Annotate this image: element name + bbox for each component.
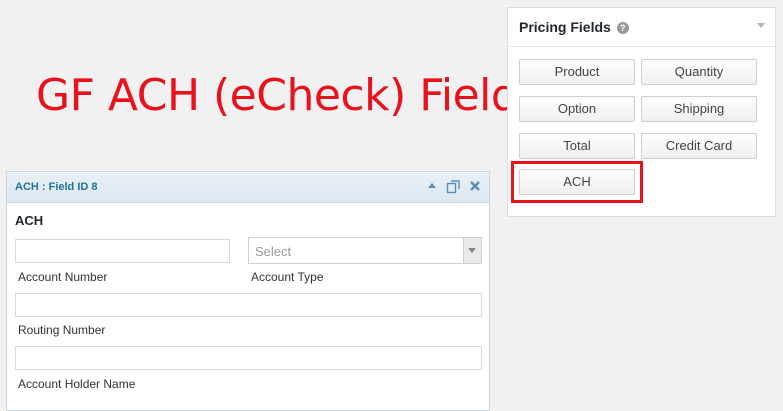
product-button[interactable]: Product	[519, 59, 635, 85]
account-number-input[interactable]	[15, 239, 230, 263]
close-icon[interactable]	[469, 180, 481, 194]
chevron-down-icon[interactable]	[463, 238, 481, 263]
quantity-button[interactable]: Quantity	[641, 59, 757, 85]
field-label: ACH	[15, 213, 44, 228]
routing-number-input[interactable]	[15, 293, 482, 317]
account-holder-label: Account Holder Name	[18, 377, 136, 391]
account-type-select[interactable]: Select	[248, 237, 482, 264]
ach-field-header[interactable]: ACH : Field ID 8	[7, 172, 489, 203]
help-icon[interactable]: ?	[616, 22, 629, 34]
account-type-label: Account Type	[251, 270, 324, 284]
ach-field-editor[interactable]: ACH : Field ID 8 ACH Account Number Sele…	[6, 171, 490, 411]
duplicate-icon[interactable]	[446, 179, 461, 196]
field-id-title: ACH : Field ID 8	[15, 181, 98, 193]
headline: GF ACH (eCheck) Field	[36, 70, 519, 121]
account-type-value: Select	[255, 244, 292, 259]
option-button[interactable]: Option	[519, 96, 635, 122]
total-button[interactable]: Total	[519, 133, 635, 159]
pricing-fields-title: Pricing Fields ?	[519, 19, 629, 35]
chevron-down-icon[interactable]	[757, 23, 765, 28]
pricing-fields-header[interactable]: Pricing Fields ?	[508, 8, 775, 47]
account-holder-input[interactable]	[15, 346, 482, 370]
ach-button-highlight	[511, 161, 643, 203]
credit-card-button[interactable]: Credit Card	[641, 133, 757, 159]
account-number-label: Account Number	[18, 270, 108, 284]
routing-number-label: Routing Number	[18, 323, 106, 337]
shipping-button[interactable]: Shipping	[641, 96, 757, 122]
collapse-arrow-icon[interactable]	[427, 180, 437, 192]
